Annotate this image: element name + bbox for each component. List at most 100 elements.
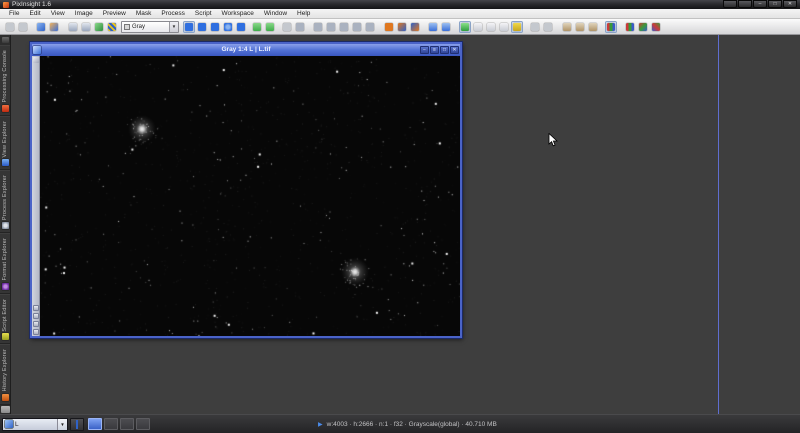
image-window-title: Gray 1:4 L | L.tif: [32, 44, 460, 56]
dock-foot-handle[interactable]: [1, 406, 10, 413]
menu-item[interactable]: Help: [292, 9, 315, 19]
shade-button[interactable]: −: [420, 46, 429, 54]
workspace-button-4[interactable]: [136, 418, 150, 430]
close-button[interactable]: ✕: [450, 46, 459, 54]
pixinsight-app-window: PixInsight 1.6 – □ ✕ File Edit View Imag…: [0, 0, 800, 433]
menu-item[interactable]: Preview: [98, 9, 131, 19]
clipboard-copy-icon[interactable]: [574, 21, 586, 33]
format-explorer-icon: [2, 283, 9, 290]
document-3-icon[interactable]: [498, 21, 510, 33]
close-button[interactable]: ✕: [783, 0, 797, 8]
pan-view-icon[interactable]: [222, 21, 234, 33]
track-view-icon[interactable]: [183, 21, 195, 33]
workspace-button-2[interactable]: [104, 418, 118, 430]
clipboard-paste-icon[interactable]: [587, 21, 599, 33]
titlebar-extra-button-1[interactable]: [723, 0, 737, 8]
tile-windows-icon[interactable]: [440, 21, 452, 33]
window-controls: – □ ✕: [723, 0, 797, 8]
restore-view-icon[interactable]: [409, 21, 421, 33]
dock-tab-process-explorer[interactable]: Process Explorer: [0, 170, 10, 233]
menu-item[interactable]: Script: [190, 9, 217, 19]
fit-view-icon[interactable]: [209, 21, 221, 33]
zoom-in-icon[interactable]: [312, 21, 324, 33]
screen-rgb-2-icon[interactable]: [637, 21, 649, 33]
menu-item[interactable]: Process: [156, 9, 189, 19]
taskbar: L ▼ ▶ w:4003 · h:2666 · n:1 · f32 · Gray…: [0, 414, 800, 433]
strip-button-2-icon[interactable]: [33, 313, 39, 319]
menu-item[interactable]: View: [46, 9, 70, 19]
dock-tab-processing-console[interactable]: Processing Console: [0, 45, 10, 116]
document-icon: [76, 420, 78, 429]
screen-rgb-3-icon[interactable]: [650, 21, 662, 33]
duplicate-image-icon[interactable]: [48, 21, 60, 33]
document-2-icon[interactable]: [485, 21, 497, 33]
strip-button-4-icon[interactable]: [33, 329, 39, 335]
view-list-button[interactable]: [70, 418, 84, 431]
dock-tab-script-editor[interactable]: Script Editor: [0, 294, 10, 345]
channel-selector[interactable]: Gray ▼: [121, 21, 179, 33]
stf-checker-icon[interactable]: [106, 21, 118, 33]
dock-tab-format-explorer[interactable]: Format Explorer: [0, 233, 10, 293]
undo-icon[interactable]: [4, 21, 16, 33]
strip-button-3-icon[interactable]: [33, 321, 39, 327]
status-bar: ▶ w:4003 · h:2666 · n:1 · f32 · Grayscal…: [318, 415, 497, 433]
explorer-expand-icon[interactable]: [459, 21, 471, 33]
clipboard-cut-icon[interactable]: [561, 21, 573, 33]
nav-back-icon[interactable]: [529, 21, 541, 33]
minimize-button[interactable]: –: [753, 0, 767, 8]
zoom-out-icon[interactable]: [325, 21, 337, 33]
selection-corner-icon[interactable]: [33, 57, 39, 63]
menu-item[interactable]: Image: [70, 9, 98, 19]
cascade-windows-icon[interactable]: [427, 21, 439, 33]
new-mask-icon[interactable]: [264, 21, 276, 33]
image-window[interactable]: Gray 1:4 L | L.tif − ≡ □ ✕: [30, 42, 462, 338]
image-window-side-strip: [32, 56, 40, 336]
new-image-icon[interactable]: [35, 21, 47, 33]
zoom-to-fit-icon[interactable]: [351, 21, 363, 33]
process-explorer-icon: [2, 222, 9, 229]
maximize-view-icon[interactable]: [396, 21, 408, 33]
menu-item[interactable]: File: [4, 9, 24, 19]
workspace-button-3[interactable]: [120, 418, 134, 430]
center-view-icon[interactable]: [235, 21, 247, 33]
image-window-titlebar[interactable]: Gray 1:4 L | L.tif − ≡ □ ✕: [32, 44, 460, 56]
channel-selector-dropdown-icon[interactable]: ▼: [169, 22, 178, 32]
document-1-icon[interactable]: [472, 21, 484, 33]
menu-item[interactable]: Edit: [24, 9, 45, 19]
fit-window-icon[interactable]: [196, 21, 208, 33]
workspace-button-1[interactable]: [88, 418, 102, 430]
fit-selection-icon[interactable]: [383, 21, 395, 33]
zoom-1-1-icon[interactable]: [338, 21, 350, 33]
nav-forward-icon[interactable]: [542, 21, 554, 33]
script-editor-toolbar-icon[interactable]: [511, 21, 523, 33]
maximize-button[interactable]: □: [440, 46, 449, 54]
restore-windows-icon[interactable]: [80, 21, 92, 33]
status-text: w:4003 · h:2666 · n:1 · f32 · Grayscale(…: [327, 421, 497, 428]
zoom-integer-icon[interactable]: [364, 21, 376, 33]
view-selector-dropdown-icon[interactable]: ▼: [57, 419, 67, 430]
strip-button-1-icon[interactable]: [33, 305, 39, 311]
screen-rgb-1-icon[interactable]: [624, 21, 636, 33]
color-management-icon[interactable]: [605, 21, 617, 33]
new-rgb-image-icon[interactable]: [93, 21, 105, 33]
view-selector[interactable]: L ▼: [2, 418, 68, 431]
image-canvas[interactable]: [40, 56, 460, 336]
menu-item[interactable]: Window: [259, 9, 292, 19]
new-channel-icon[interactable]: [251, 21, 263, 33]
status-expand-icon[interactable]: ▶: [318, 421, 323, 428]
titlebar-extra-button-2[interactable]: [738, 0, 752, 8]
app-titlebar[interactable]: PixInsight 1.6 – □ ✕: [0, 0, 800, 9]
menu-item[interactable]: Mask: [131, 9, 157, 19]
channel-swatch-icon: [124, 24, 130, 30]
redo-icon[interactable]: [17, 21, 29, 33]
iconize-button[interactable]: ≡: [430, 46, 439, 54]
view-thumbnail-icon: [5, 420, 13, 428]
dock-pin-icon[interactable]: [2, 37, 9, 43]
dock-tab-history-explorer[interactable]: History Explorer: [0, 344, 10, 404]
selection-mode-icon[interactable]: [294, 21, 306, 33]
pointer-mode-icon[interactable]: [281, 21, 293, 33]
menu-item[interactable]: Workspace: [217, 9, 259, 19]
maximize-button[interactable]: □: [768, 0, 782, 8]
iconize-windows-icon[interactable]: [67, 21, 79, 33]
dock-tab-view-explorer[interactable]: View Explorer: [0, 116, 10, 170]
